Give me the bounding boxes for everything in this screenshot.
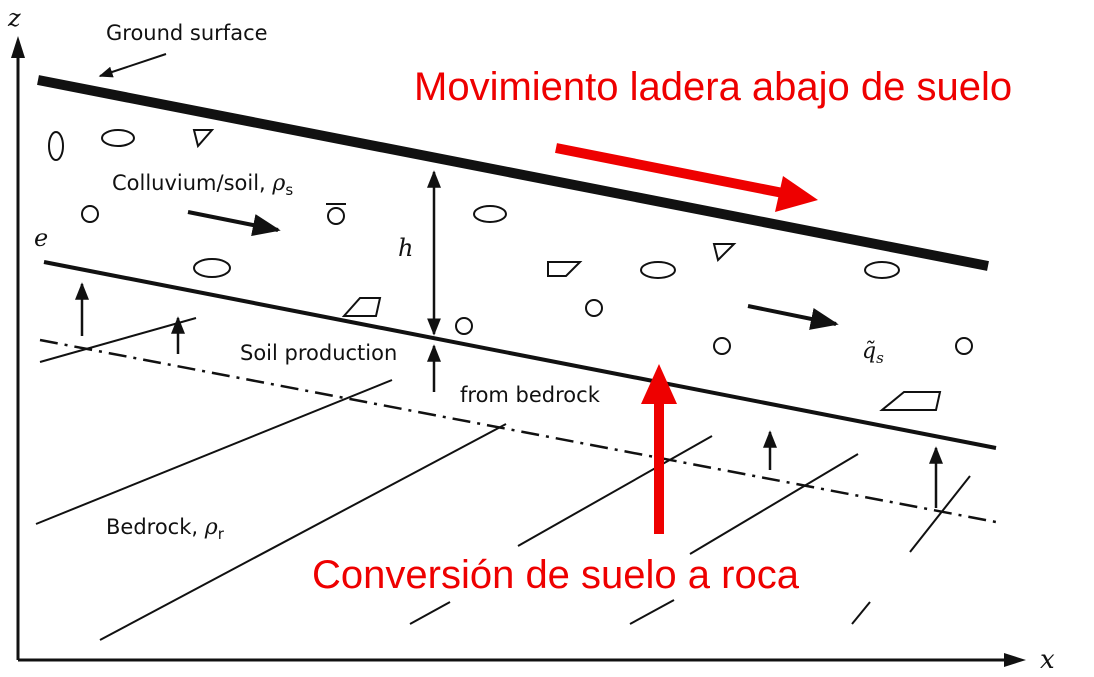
colluvium-text: Colluvium/soil, (112, 171, 272, 195)
soil-flux-arrow (187, 210, 281, 237)
ground-surface-pointer (98, 53, 167, 78)
clast-ellipse (193, 258, 231, 278)
colluvium-rho: ρ (271, 171, 285, 196)
flux-subscript: s (876, 349, 884, 367)
flux-label: q̃s (862, 339, 884, 367)
soil-flux-arrow (747, 304, 839, 330)
clast-triangle (192, 129, 215, 149)
soil-production-label: Soil production (240, 341, 397, 365)
thickness-label: h (398, 234, 413, 262)
fracture-line (851, 601, 871, 625)
clast-circle (585, 299, 603, 317)
fracture-line (629, 599, 675, 625)
downslope-red-arrowhead (775, 176, 818, 212)
soil-bedrock-interface (43, 260, 997, 450)
x-axis-arrowhead (1004, 653, 1026, 667)
clast-triangle (712, 243, 737, 262)
bedrock-label: Bedrock, ρr (106, 515, 225, 543)
clast-quad (547, 261, 583, 277)
fracture-line (909, 475, 971, 553)
weathering-front-line (39, 338, 997, 524)
bedrock-subscript: r (218, 525, 225, 543)
clast-circle (713, 337, 731, 355)
clast-quad (879, 391, 942, 411)
clast-circle (327, 207, 345, 225)
clast-circle (81, 205, 99, 223)
conversion-red-arrow (641, 364, 677, 534)
downslope-annotation: Movimiento ladera abajo de suelo (414, 65, 1012, 109)
clast-ellipse (640, 261, 676, 279)
colluvium-subscript: s (285, 181, 293, 199)
bedrock-rho: ρ (204, 515, 218, 540)
clast-circle (455, 317, 473, 335)
clast-ellipse (101, 129, 135, 147)
z-axis-arrowhead (11, 36, 25, 58)
x-axis-label: x (1040, 645, 1055, 675)
flux-q: q̃ (862, 339, 876, 364)
ground-surface-label: Ground surface (106, 21, 268, 45)
z-axis-label: z (7, 4, 21, 32)
conversion-annotation: Conversión de suelo a roca (312, 553, 800, 597)
colluvium-label: Colluvium/soil, ρs (112, 171, 293, 199)
from-bedrock-label: from bedrock (460, 383, 601, 407)
clast-ellipse (473, 205, 507, 223)
elevation-label: e (34, 224, 48, 252)
clast-ellipse (864, 261, 900, 279)
fracture-line (35, 379, 393, 525)
clast-quad (341, 297, 382, 317)
bedrock-text: Bedrock, (106, 515, 205, 539)
fracture-line (689, 453, 859, 555)
clast-ellipse (48, 131, 64, 161)
fracture-line (517, 435, 713, 547)
soil-production-diagram: z x h Ground surface Colluvium/soil, ρs … (7, 4, 1055, 675)
clast-circle (955, 337, 973, 355)
fracture-line (409, 601, 451, 625)
